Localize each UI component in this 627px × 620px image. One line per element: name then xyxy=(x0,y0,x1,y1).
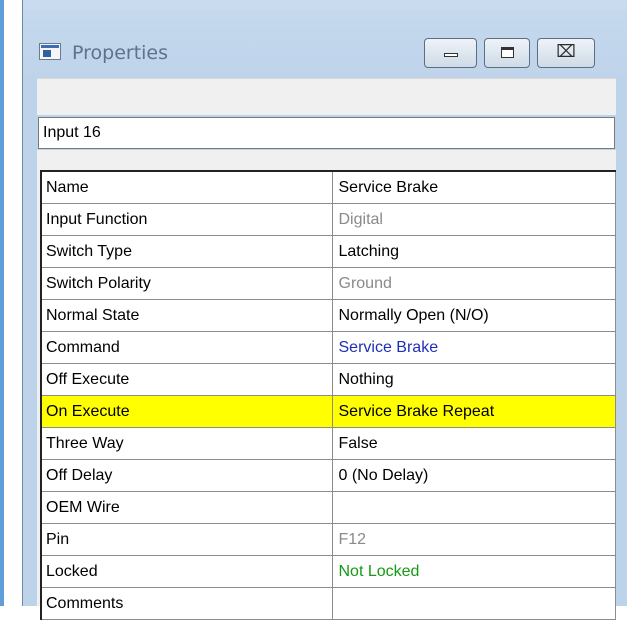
desktop-edge xyxy=(0,0,4,606)
property-value[interactable]: Normally Open (N/O) xyxy=(332,299,616,332)
property-value[interactable] xyxy=(332,491,616,524)
maximize-button[interactable] xyxy=(484,38,530,68)
property-row[interactable]: Input Function Digital xyxy=(41,203,616,236)
property-row[interactable]: Normal State Normally Open (N/O) xyxy=(41,299,616,332)
property-name[interactable]: Input Function xyxy=(41,203,333,236)
object-name-field[interactable] xyxy=(38,117,615,149)
properties-window-icon[interactable] xyxy=(39,43,61,60)
property-row[interactable]: OEM Wire xyxy=(41,491,616,524)
property-name[interactable]: Pin xyxy=(41,523,333,556)
property-row[interactable]: Switch Type Latching xyxy=(41,235,616,268)
property-name[interactable]: Switch Polarity xyxy=(41,267,333,300)
property-name[interactable]: Name xyxy=(41,171,333,204)
property-row[interactable]: Off Execute Nothing xyxy=(41,363,616,396)
property-row[interactable]: Three Way False xyxy=(41,427,616,460)
property-row[interactable]: Pin F12 xyxy=(41,523,616,556)
property-row[interactable]: On Execute Service Brake Repeat xyxy=(41,395,616,428)
property-row[interactable]: Switch Polarity Ground xyxy=(41,267,616,300)
properties-window: Properties ⌧ NameService BrakeInput Func… xyxy=(22,0,627,620)
close-icon: ⌧ xyxy=(556,42,576,62)
property-grid: Name Service Brake Input Function Digital Sw… xyxy=(40,170,616,620)
property-value[interactable]: F12 xyxy=(332,523,616,556)
property-name[interactable]: On Execute xyxy=(41,395,333,428)
toolbar-strip xyxy=(37,78,616,115)
property-name[interactable]: Three Way xyxy=(41,427,333,460)
property-name[interactable]: Switch Type xyxy=(41,235,333,268)
title-bar[interactable]: Properties ⌧ xyxy=(23,10,627,78)
property-value[interactable] xyxy=(332,587,616,620)
property-name[interactable]: Off Execute xyxy=(41,363,333,396)
minimize-button[interactable] xyxy=(424,38,477,68)
property-row[interactable]: Off Delay 0 (No Delay) xyxy=(41,459,616,492)
property-value[interactable]: Service Brake Repeat xyxy=(332,395,616,428)
property-name[interactable]: Comments xyxy=(41,587,333,620)
close-button[interactable]: ⌧ xyxy=(537,38,595,68)
property-value[interactable]: Digital xyxy=(332,203,616,236)
property-row[interactable]: Comments xyxy=(41,587,616,620)
property-row[interactable]: Command Service Brake xyxy=(41,331,616,364)
property-value[interactable]: Service Brake xyxy=(332,331,616,364)
property-row[interactable]: Name Service Brake xyxy=(41,171,616,204)
property-value[interactable]: Nothing xyxy=(332,363,616,396)
minimize-icon xyxy=(444,53,458,57)
property-name[interactable]: Command xyxy=(41,331,333,364)
property-name[interactable]: Locked xyxy=(41,555,333,588)
maximize-icon xyxy=(501,47,514,58)
property-name[interactable]: Off Delay xyxy=(41,459,333,492)
property-value[interactable]: 0 (No Delay) xyxy=(332,459,616,492)
property-name[interactable]: Normal State xyxy=(41,299,333,332)
property-value[interactable]: False xyxy=(332,427,616,460)
property-value[interactable]: Latching xyxy=(332,235,616,268)
window-title: Properties xyxy=(72,42,169,64)
property-value[interactable]: Not Locked xyxy=(332,555,616,588)
property-value[interactable]: Ground xyxy=(332,267,616,300)
property-value[interactable]: Service Brake xyxy=(332,171,616,204)
property-row[interactable]: Locked Not Locked xyxy=(41,555,616,588)
property-name[interactable]: OEM Wire xyxy=(41,491,333,524)
